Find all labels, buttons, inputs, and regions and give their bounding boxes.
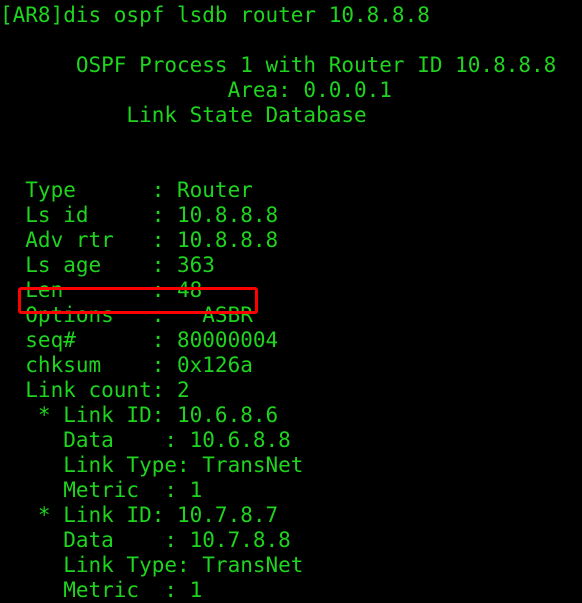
link-2-data-line: Data : 10.7.8.8 bbox=[0, 528, 291, 552]
link-state-database-header-line: Link State Database bbox=[0, 103, 367, 127]
lsa-ls-age-line: Ls age : 363 bbox=[0, 253, 215, 277]
link-2-type-line: Link Type: TransNet bbox=[0, 553, 304, 577]
link-1-id-line: * Link ID: 10.6.8.6 bbox=[0, 403, 279, 427]
terminal-screen[interactable]: [AR8]dis ospf lsdb router 10.8.8.8 OSPF … bbox=[0, 0, 582, 602]
link-1-data-line: Data : 10.6.8.8 bbox=[0, 428, 291, 452]
lsa-link-count-line: Link count: 2 bbox=[0, 378, 190, 402]
ospf-area-header-line: Area: 0.0.0.1 bbox=[0, 78, 392, 102]
lsa-chksum-line: chksum : 0x126a bbox=[0, 353, 253, 377]
lsa-options-line: Options : ASBR bbox=[0, 303, 253, 327]
link-1-metric-line: Metric : 1 bbox=[0, 478, 203, 502]
lsa-ls-id-line: Ls id : 10.8.8.8 bbox=[0, 203, 279, 227]
link-1-type-line: Link Type: TransNet bbox=[0, 453, 304, 477]
link-2-id-line: * Link ID: 10.7.8.7 bbox=[0, 503, 279, 527]
lsa-seq-line: seq# : 80000004 bbox=[0, 328, 279, 352]
lsa-adv-rtr-line: Adv rtr : 10.8.8.8 bbox=[0, 228, 279, 252]
lsa-len-line: Len : 48 bbox=[0, 278, 203, 302]
ospf-process-header-line: OSPF Process 1 with Router ID 10.8.8.8 bbox=[0, 53, 557, 77]
link-2-metric-line: Metric : 1 bbox=[0, 578, 203, 602]
terminal-output: [AR8]dis ospf lsdb router 10.8.8.8 OSPF … bbox=[0, 3, 582, 603]
command-prompt-line: [AR8]dis ospf lsdb router 10.8.8.8 bbox=[0, 3, 430, 27]
lsa-type-line: Type : Router bbox=[0, 178, 253, 202]
